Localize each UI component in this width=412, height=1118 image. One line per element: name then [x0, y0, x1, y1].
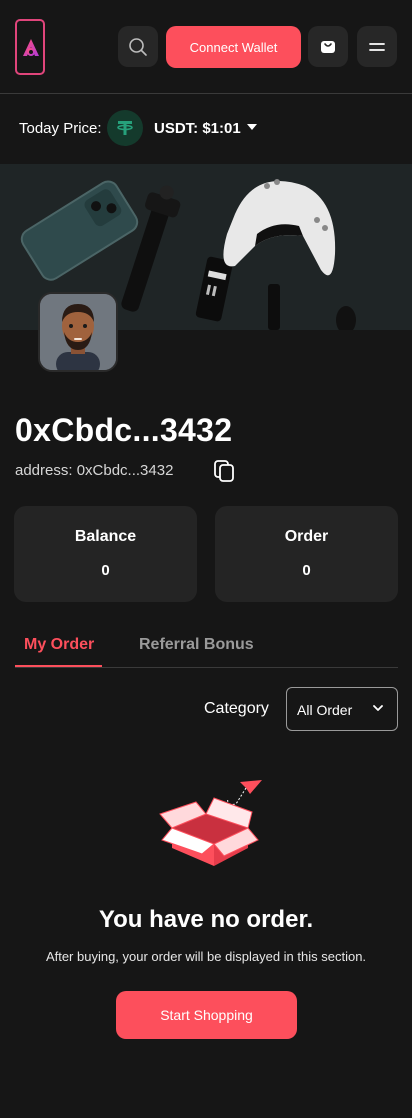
app-logo[interactable]: [15, 19, 45, 75]
start-shopping-button[interactable]: Start Shopping: [116, 991, 297, 1039]
empty-box-illustration: [159, 780, 262, 866]
tether-icon: [107, 110, 143, 146]
order-value: 0: [302, 562, 311, 579]
empty-state-description: After buying, your order will be display…: [45, 949, 367, 964]
chevron-down-icon: [373, 705, 383, 711]
cart-button[interactable]: [308, 26, 348, 67]
menu-button[interactable]: [357, 26, 397, 67]
active-tab-indicator: [15, 665, 102, 667]
search-button[interactable]: [118, 26, 158, 67]
balance-card: Balance 0: [14, 506, 197, 602]
tab-referral-bonus[interactable]: Referral Bonus: [139, 636, 254, 654]
user-avatar[interactable]: [38, 292, 118, 372]
category-label: Category: [204, 700, 269, 717]
price-bar: Today Price: USDT: $1:01: [0, 94, 412, 164]
wallet-address-line: address: 0xCbdc...3432: [15, 462, 174, 479]
category-select[interactable]: All Order: [286, 687, 398, 731]
copy-icon[interactable]: [213, 459, 235, 483]
hamburger-menu-icon: [369, 42, 385, 51]
order-tabs: My Order Referral Bonus: [15, 630, 398, 668]
search-icon: [129, 37, 147, 56]
balance-label: Balance: [74, 528, 137, 545]
wallet-address-title: 0xCbdc...3432: [15, 412, 233, 448]
chevron-down-icon[interactable]: [246, 123, 258, 131]
top-header: Connect Wallet: [0, 0, 412, 94]
order-label: Order: [284, 528, 329, 545]
logo-mark-icon: [23, 39, 39, 56]
avatar-illustration: [40, 294, 116, 370]
usdt-price-value: USDT: $1:01: [154, 120, 241, 137]
balance-value: 0: [101, 562, 110, 579]
empty-state-title: You have no order.: [98, 906, 314, 933]
shopping-bag-icon: [321, 40, 335, 53]
tab-my-order[interactable]: My Order: [24, 636, 94, 654]
connect-wallet-button[interactable]: Connect Wallet: [166, 26, 301, 68]
today-price-label: Today Price:: [19, 120, 102, 137]
order-card: Order 0: [215, 506, 398, 602]
category-selected-value: All Order: [297, 702, 353, 718]
